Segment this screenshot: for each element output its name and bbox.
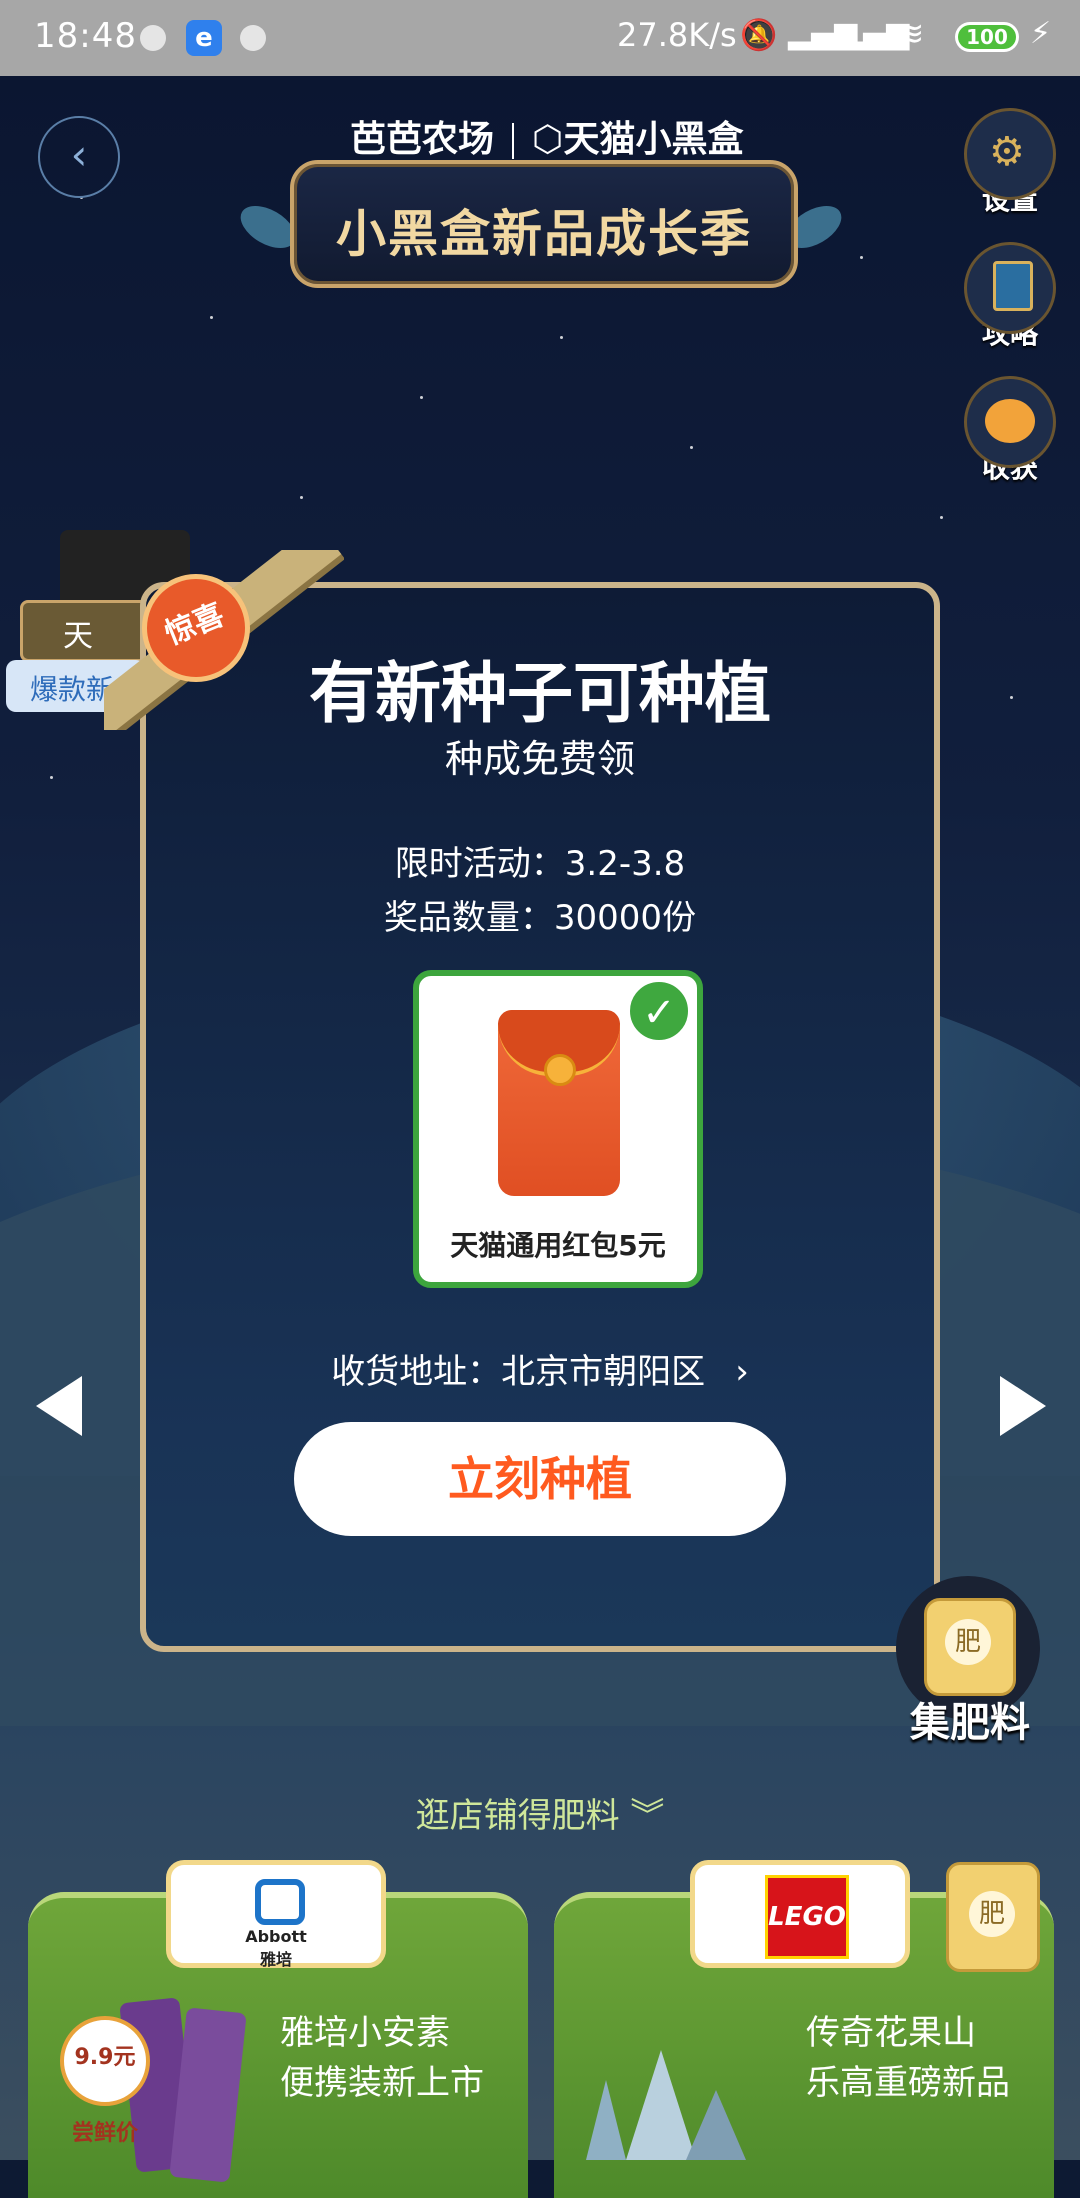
- brand-farm: 芭芭农场: [350, 119, 495, 160]
- brand-header: 芭芭农场 ⬡天猫小黑盒: [350, 110, 743, 162]
- gear-icon: ⚙: [964, 108, 1056, 200]
- status-bar: 18:48 e 27.8K/s 🔕 ▂▄▆ ▂▄▆ ≋ 100 ⚡: [0, 0, 1080, 76]
- lego-logo-text: LEGO: [765, 1875, 849, 1959]
- fertilizer-bag-label: 肥: [945, 1619, 991, 1665]
- brand-tmall-box: 天猫小黑盒: [563, 119, 744, 160]
- abbott-logo-text: Abbott 雅培: [245, 1927, 307, 1969]
- wifi-icon: ≋: [896, 14, 925, 54]
- back-button[interactable]: ‹: [38, 116, 120, 198]
- shipping-address[interactable]: 收货地址：北京市朝阳区 ›: [140, 1344, 940, 1393]
- price-badge: 9.9元 尝鲜价: [60, 2016, 150, 2146]
- next-arrow-icon[interactable]: [1000, 1376, 1046, 1436]
- modal-title: 有新种子可种植: [309, 655, 771, 732]
- chevron-right-icon: ›: [735, 1352, 749, 1392]
- notification-dot-icon: [240, 25, 266, 51]
- plaque-label: 天: [63, 619, 93, 654]
- browse-shops-link[interactable]: 逛店铺得肥料 ︾: [0, 1788, 1080, 1837]
- modal-subtitle: 种成免费领: [444, 737, 635, 781]
- shop-abbott-line1: 雅培小安素: [280, 2013, 450, 2053]
- abbott-a-icon: [255, 1879, 305, 1925]
- battery-icon: 100: [955, 22, 1019, 52]
- prev-arrow-icon[interactable]: [36, 1376, 82, 1436]
- charging-icon: ⚡: [1030, 16, 1052, 51]
- fertilizer-bag-icon: 肥: [946, 1862, 1040, 1972]
- abbott-logo: Abbott 雅培: [166, 1860, 386, 1969]
- double-chevron-down-icon: ︾: [630, 1796, 665, 1836]
- address-text: 收货地址：北京市朝阳区: [331, 1352, 706, 1392]
- plant-now-button[interactable]: 立刻种植: [294, 1422, 786, 1536]
- harvest-button[interactable]: 收获: [964, 376, 1056, 486]
- book-icon: [964, 242, 1056, 334]
- shop-lego-line1: 传奇花果山: [806, 2013, 976, 2053]
- shop-abbott-line2: 便携装新上市: [280, 2063, 484, 2103]
- fertilizer-small-label: 肥: [969, 1891, 1015, 1937]
- lego-logo: LEGO: [690, 1860, 910, 1968]
- check-icon: ✓: [626, 978, 692, 1044]
- notification-dot-icon: [140, 25, 166, 51]
- network-speed: 27.8K/s: [617, 16, 737, 54]
- prize-label: 天猫通用红包5元: [450, 1229, 666, 1262]
- activity-time: 限时活动：3.2-3.8: [394, 844, 686, 884]
- mute-bell-icon: 🔕: [740, 18, 778, 53]
- collect-fertilizer-label: 集肥料: [910, 1700, 1030, 1746]
- event-banner: 小黑盒新品成长季: [290, 160, 798, 288]
- settings-button[interactable]: ⚙ 设置: [964, 108, 1056, 218]
- harvest-icon: [964, 376, 1056, 468]
- shop-lego-line2: 乐高重磅新品: [806, 2063, 1010, 2103]
- status-time: 18:48: [34, 16, 137, 56]
- prize-quantity: 奖品数量：30000份: [383, 898, 697, 938]
- browse-shops-label: 逛店铺得肥料: [415, 1796, 620, 1836]
- brand-box-icon: ⬡: [532, 119, 564, 160]
- red-envelope-icon: [498, 1010, 620, 1196]
- fertilizer-bag-icon: 肥: [924, 1598, 1016, 1696]
- guide-button[interactable]: 攻略: [964, 242, 1056, 352]
- banner-title: 小黑盒新品成长季: [336, 205, 752, 263]
- castle-product-image: [586, 2050, 746, 2160]
- battery-level: 100: [958, 25, 1016, 49]
- browser-app-icon: e: [186, 20, 222, 56]
